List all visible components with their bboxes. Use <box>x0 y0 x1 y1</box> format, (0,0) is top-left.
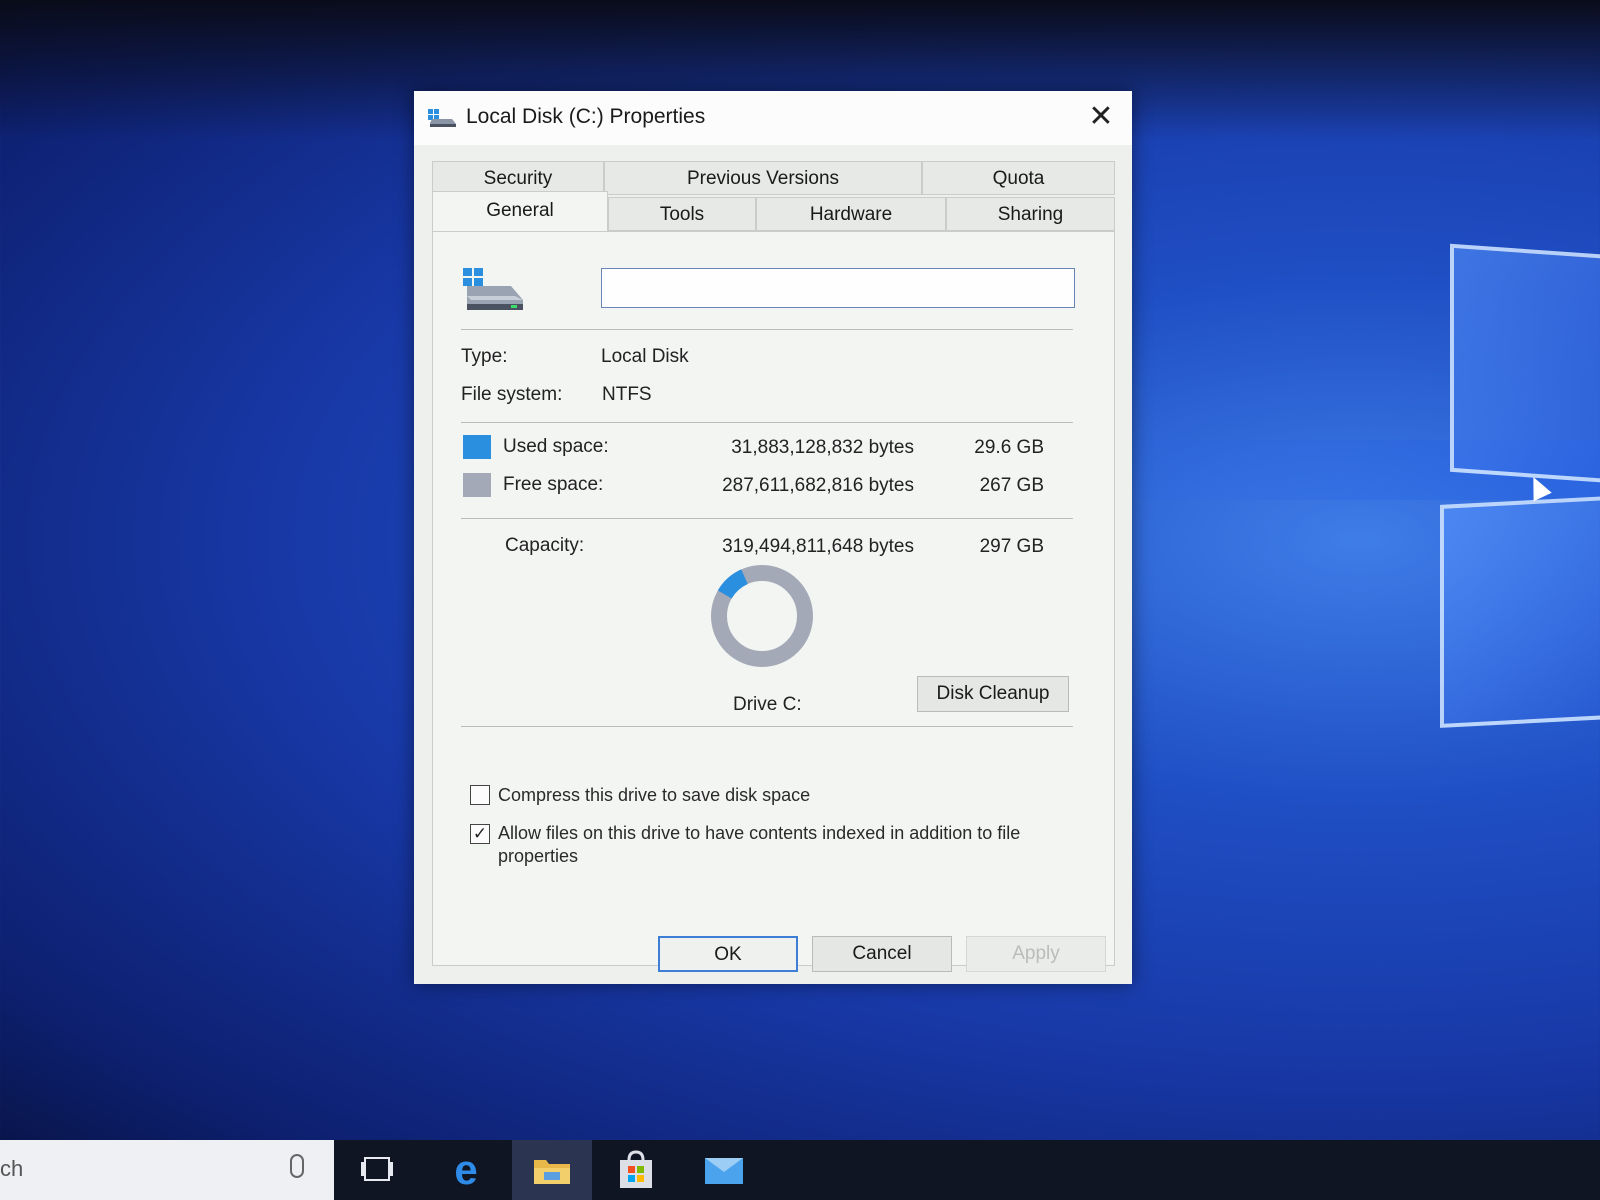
separator <box>461 726 1073 727</box>
properties-dialog: Local Disk (C:) Properties ✕ Security Pr… <box>414 91 1132 984</box>
disk-usage-donut <box>711 565 813 668</box>
tab-hardware[interactable]: Hardware <box>756 197 946 231</box>
tab-tools[interactable]: Tools <box>608 197 756 231</box>
index-checkbox[interactable]: ✓ <box>470 824 490 844</box>
volume-label-input[interactable] <box>601 268 1075 308</box>
local-disk-icon <box>463 268 523 310</box>
drive-caption: Drive C: <box>733 694 802 715</box>
windows-logo-pane-top <box>1450 243 1600 485</box>
used-space-gb: 29.6 GB <box>974 437 1044 458</box>
separator <box>461 518 1073 519</box>
capacity-label: Capacity: <box>505 535 585 556</box>
free-space-swatch <box>463 473 491 497</box>
task-view-icon[interactable] <box>355 1148 399 1192</box>
type-value: Local Disk <box>601 346 689 367</box>
store-icon[interactable] <box>614 1148 658 1192</box>
compress-label: Compress this drive to save disk space <box>498 785 811 805</box>
tab-sharing[interactable]: Sharing <box>946 197 1115 231</box>
general-tab-panel: Type: Local Disk File system: NTFS Used … <box>432 231 1115 966</box>
used-space-label: Used space: <box>503 436 609 457</box>
tab-row-top: Security Previous Versions Quota <box>432 161 1115 195</box>
ok-button[interactable]: OK <box>658 936 798 972</box>
tab-security[interactable]: Security <box>432 161 604 195</box>
taskbar: ch e <box>0 1140 1600 1200</box>
microphone-icon[interactable] <box>290 1154 304 1178</box>
free-space-label: Free space: <box>503 474 604 495</box>
drive-title-icon <box>428 109 456 127</box>
tab-general[interactable]: General <box>432 191 608 231</box>
tab-quota[interactable]: Quota <box>922 161 1115 195</box>
capacity-bytes: 319,494,811,648 bytes <box>722 536 914 557</box>
file-system-value: NTFS <box>602 384 652 405</box>
cancel-button[interactable]: Cancel <box>812 936 952 972</box>
edge-icon[interactable]: e <box>444 1148 488 1192</box>
file-explorer-icon[interactable] <box>530 1148 574 1192</box>
search-text: ch <box>0 1156 24 1181</box>
used-space-swatch <box>463 435 491 459</box>
capacity-gb: 297 GB <box>979 536 1044 557</box>
title-bar[interactable]: Local Disk (C:) Properties ✕ <box>414 91 1132 145</box>
free-space-bytes: 287,611,682,816 bytes <box>722 475 914 496</box>
mail-icon[interactable] <box>702 1148 746 1192</box>
disk-cleanup-button[interactable]: Disk Cleanup <box>917 676 1069 712</box>
tab-row-bottom: General Tools Hardware Sharing <box>432 191 1115 231</box>
svg-text:e: e <box>454 1148 477 1192</box>
file-system-label: File system: <box>461 384 563 405</box>
tab-previous-versions[interactable]: Previous Versions <box>604 161 922 195</box>
close-button[interactable]: ✕ <box>1084 101 1118 135</box>
dialog-title: Local Disk (C:) Properties <box>466 105 706 128</box>
compress-checkbox[interactable] <box>470 785 490 805</box>
separator <box>461 422 1073 423</box>
free-space-gb: 267 GB <box>979 475 1044 496</box>
index-label: Allow files on this drive to have conten… <box>498 823 1021 866</box>
type-label: Type: <box>461 346 508 367</box>
used-space-bytes: 31,883,128,832 bytes <box>731 437 914 458</box>
taskbar-search-box[interactable]: ch <box>0 1140 334 1200</box>
separator <box>461 329 1073 330</box>
apply-button: Apply <box>966 936 1106 972</box>
windows-logo-pane-bottom <box>1440 495 1600 728</box>
